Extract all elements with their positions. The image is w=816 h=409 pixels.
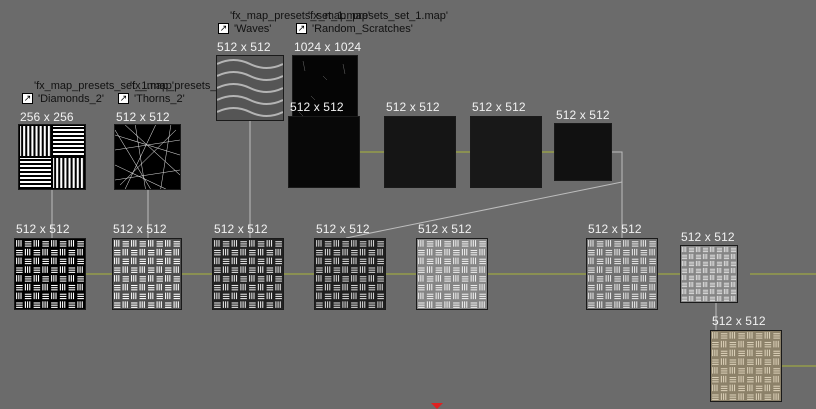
node-thumbnail[interactable] — [314, 238, 386, 310]
node-graph-canvas[interactable]: 'fx_map_presets_set_1.map' ↗ 'Diamonds_2… — [0, 0, 816, 409]
node-thumbnail[interactable] — [554, 123, 612, 181]
shortcut-arrow-icon: ↗ — [22, 93, 33, 104]
node-resolution-label: 1024 x 1024 — [294, 40, 362, 54]
reference-name-label: 'Random_Scratches' — [312, 23, 413, 35]
node-thumbnail[interactable] — [288, 116, 360, 188]
node-thumbnail[interactable] — [710, 330, 782, 402]
node-resolution-label: 512 x 512 — [472, 100, 526, 114]
node-resolution-label: 512 x 512 — [113, 222, 167, 236]
connection-wires — [51, 121, 816, 367]
node-resolution-label: 512 x 512 — [214, 222, 268, 236]
node-resolution-label: 512 x 512 — [418, 222, 472, 236]
node-resolution-label: 512 x 512 — [316, 222, 370, 236]
node-resolution-label: 512 x 512 — [116, 110, 170, 124]
node-resolution-label: 512 x 512 — [386, 100, 440, 114]
shortcut-arrow-icon: ↗ — [296, 23, 307, 34]
node-thumbnail[interactable] — [470, 116, 542, 188]
node-resolution-label: 256 x 256 — [20, 110, 74, 124]
reference-name-label: 'Diamonds_2' — [38, 93, 104, 105]
node-thumbnail[interactable] — [416, 238, 488, 310]
node-resolution-label: 512 x 512 — [290, 100, 344, 114]
node-resolution-label: 512 x 512 — [681, 230, 735, 244]
reference-name-label: 'Thorns_2' — [134, 93, 185, 105]
node-resolution-label: 512 x 512 — [712, 314, 766, 328]
shortcut-arrow-icon: ↗ — [118, 93, 129, 104]
shortcut-arrow-icon: ↗ — [218, 23, 229, 34]
node-thumbnail[interactable] — [14, 238, 86, 310]
scroll-position-marker-icon[interactable] — [431, 403, 443, 409]
node-resolution-label: 512 x 512 — [588, 222, 642, 236]
node-resolution-label: 512 x 512 — [217, 40, 271, 54]
node-resolution-label: 512 x 512 — [556, 108, 610, 122]
reference-name-label: 'Waves' — [234, 23, 272, 35]
node-thumbnail[interactable] — [216, 55, 284, 121]
node-thumbnail[interactable] — [384, 116, 456, 188]
node-resolution-label: 512 x 512 — [16, 222, 70, 236]
node-thumbnail[interactable] — [18, 124, 86, 190]
node-thumbnail[interactable] — [586, 238, 658, 310]
node-thumbnail[interactable] — [112, 238, 182, 310]
node-thumbnail[interactable] — [212, 238, 284, 310]
reference-file-label: 'fx_map_presets_set_1.map' — [308, 10, 448, 22]
node-thumbnail[interactable] — [114, 124, 181, 190]
node-thumbnail[interactable] — [680, 245, 738, 303]
